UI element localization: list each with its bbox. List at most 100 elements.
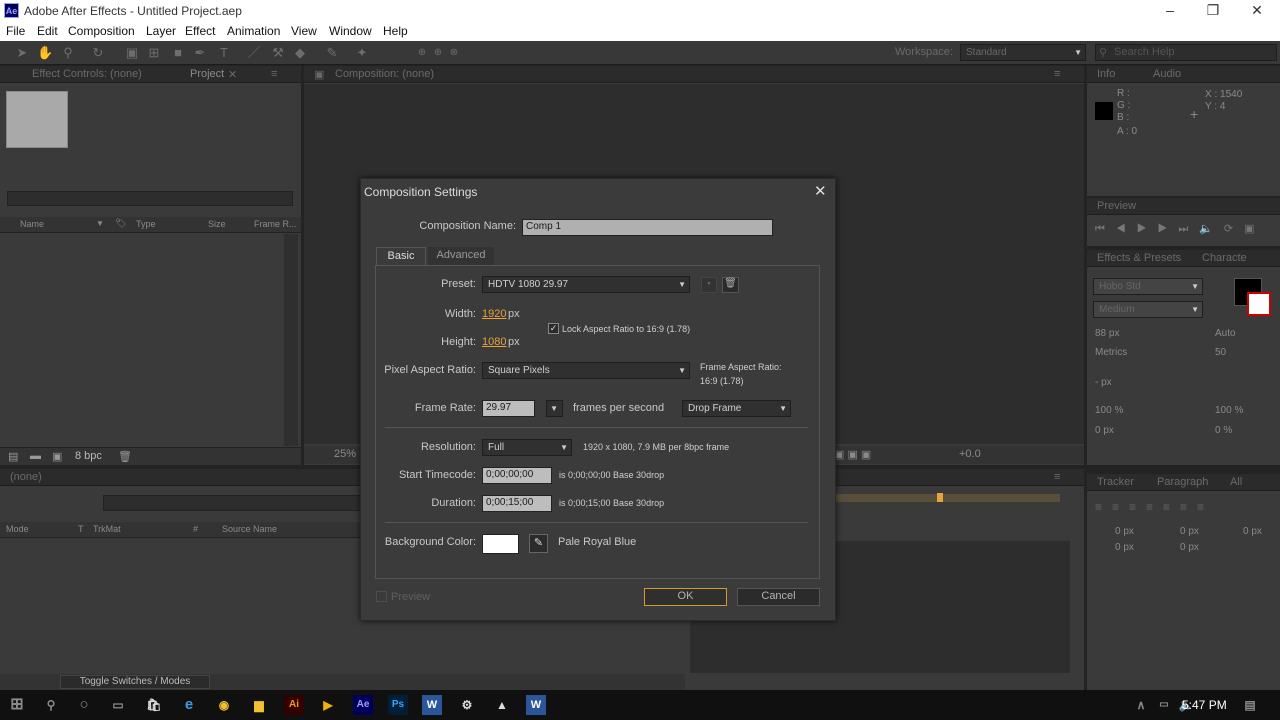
delete-preset-icon[interactable]: 🗑 xyxy=(722,277,739,293)
store-icon[interactable]: 🛍 xyxy=(144,695,164,715)
panel-menu-icon[interactable]: ≡ xyxy=(271,68,277,80)
stroke-width[interactable]: - px xyxy=(1095,377,1112,388)
toggle-switches-modes[interactable]: Toggle Switches / Modes xyxy=(60,675,210,689)
puppet-tool-icon[interactable]: ✦ xyxy=(354,45,370,61)
start-timecode-input[interactable]: 0;00;00;00 xyxy=(482,467,552,484)
tab-audio[interactable]: Audio xyxy=(1153,68,1181,80)
space-after[interactable]: 0 px xyxy=(1180,542,1199,553)
trash-icon[interactable]: 🗑 xyxy=(118,450,132,463)
zoom-level[interactable]: 25% xyxy=(334,448,356,460)
ok-button[interactable]: OK xyxy=(644,588,727,606)
menu-animation[interactable]: Animation xyxy=(227,24,280,38)
tab-tracker[interactable]: Tracker xyxy=(1097,476,1134,488)
tab-preview[interactable]: Preview xyxy=(1097,200,1136,212)
photos-icon[interactable]: ▲ xyxy=(492,695,512,715)
roto-brush-tool-icon[interactable]: ✎ xyxy=(324,45,340,61)
menu-view[interactable]: View xyxy=(291,24,317,38)
bit-depth[interactable]: 8 bpc xyxy=(75,450,102,462)
tab-character[interactable]: Characte xyxy=(1202,252,1247,264)
menu-help[interactable]: Help xyxy=(383,24,408,38)
photoshop-icon[interactable]: Ps xyxy=(388,695,408,715)
resolution-dropdown[interactable]: Full ▼ xyxy=(482,439,572,456)
col-mode[interactable]: Mode xyxy=(6,524,29,534)
search-help-input[interactable]: Search Help xyxy=(1095,44,1277,61)
menu-file[interactable]: File xyxy=(6,24,25,38)
eyedropper-icon[interactable]: ✎ xyxy=(529,534,548,553)
new-folder-icon[interactable]: ▬ xyxy=(30,450,41,462)
cancel-button[interactable]: Cancel xyxy=(737,588,820,606)
baseline-shift[interactable]: 0 px xyxy=(1095,425,1114,436)
tab-advanced[interactable]: Advanced xyxy=(428,247,494,265)
minimize-icon[interactable]: – xyxy=(1160,2,1180,20)
indent-left[interactable]: 0 px xyxy=(1115,526,1134,537)
pen-tool-icon[interactable]: ✒ xyxy=(192,45,208,61)
interpret-footage-icon[interactable]: ▤ xyxy=(8,450,18,463)
word-doc-icon[interactable]: W xyxy=(526,695,546,715)
height-value[interactable]: 1080 xyxy=(482,336,506,348)
selection-tool-icon[interactable]: ➤ xyxy=(14,45,30,61)
close-tab-icon[interactable]: ✕ xyxy=(228,68,237,81)
after-effects-icon[interactable]: Ae xyxy=(353,695,373,715)
indent-right[interactable]: 0 px xyxy=(1180,526,1199,537)
duration-input[interactable]: 0;00;15;00 xyxy=(482,495,552,512)
stroke-color-swatch[interactable] xyxy=(1247,292,1271,316)
tab-basic[interactable]: Basic xyxy=(376,247,426,265)
horizontal-scale[interactable]: 100 % xyxy=(1215,405,1243,416)
menu-edit[interactable]: Edit xyxy=(37,24,58,38)
brush-tool-icon[interactable]: ／ xyxy=(246,45,262,61)
cortana-icon[interactable]: ○ xyxy=(74,695,94,715)
font-size[interactable]: 88 px xyxy=(1095,328,1119,339)
exposure-value[interactable]: +0.0 xyxy=(959,448,981,460)
tab-project[interactable]: Project xyxy=(190,68,224,80)
alignment-icons[interactable]: ≡≡≡≡≡≡≡ xyxy=(1095,500,1214,514)
close-window-icon[interactable]: ✕ xyxy=(1247,2,1267,20)
snapshot-icon[interactable]: ▣ ▣ ▣ xyxy=(834,448,871,461)
settings-gear-icon[interactable]: ⚙ xyxy=(457,695,477,715)
workspace-dropdown[interactable]: Standard ▼ xyxy=(960,44,1086,61)
tab-info[interactable]: Info xyxy=(1097,68,1115,80)
word-icon[interactable]: W xyxy=(422,695,442,715)
save-preset-icon[interactable]: ▪ xyxy=(701,277,717,293)
col-t[interactable]: T xyxy=(78,524,84,534)
work-area-bar[interactable] xyxy=(836,494,1060,502)
clock-time[interactable]: 5:47 PM xyxy=(1182,698,1227,712)
drop-frame-dropdown[interactable]: Drop Frame ▼ xyxy=(682,400,791,417)
eraser-tool-icon[interactable]: ◆ xyxy=(292,45,308,61)
tab-paragraph[interactable]: Paragraph xyxy=(1157,476,1208,488)
leading[interactable]: Auto xyxy=(1215,328,1236,339)
view-axis-icon[interactable]: ⊗ xyxy=(446,45,462,61)
search-icon[interactable]: ⚲ xyxy=(41,695,61,715)
restore-icon[interactable]: ❐ xyxy=(1203,2,1223,20)
tab-all[interactable]: All xyxy=(1230,476,1242,488)
col-frame-rate[interactable]: Frame R... xyxy=(254,219,297,229)
clone-stamp-tool-icon[interactable]: ⚒ xyxy=(270,45,286,61)
zoom-tool-icon[interactable]: ⚲ xyxy=(60,45,76,61)
tracking[interactable]: 50 xyxy=(1215,347,1226,358)
chevron-up-icon[interactable]: ∧ xyxy=(1131,695,1151,715)
playhead[interactable] xyxy=(937,493,943,502)
comp-lock-icon[interactable]: ▣ xyxy=(314,68,324,81)
windows-start-icon[interactable]: ⊞ xyxy=(7,695,27,715)
col-number[interactable]: # xyxy=(193,524,198,534)
shape-tool-icon[interactable]: ■ xyxy=(170,45,186,61)
frame-rate-input[interactable]: 29.97 xyxy=(482,400,535,417)
col-size[interactable]: Size xyxy=(208,219,226,229)
background-color-swatch[interactable] xyxy=(482,534,519,554)
font-style-dropdown[interactable]: Medium ▼ xyxy=(1093,301,1203,318)
tab-effects-presets[interactable]: Effects & Presets xyxy=(1097,252,1181,264)
rotate-tool-icon[interactable]: ↻ xyxy=(90,45,106,61)
project-scrollbar[interactable] xyxy=(284,234,298,446)
world-axis-icon[interactable]: ⊕ xyxy=(430,45,446,61)
preset-dropdown[interactable]: HDTV 1080 29.97 ▼ xyxy=(482,276,690,293)
tab-composition[interactable]: Composition: (none) xyxy=(335,68,434,80)
col-trkmat[interactable]: TrkMat xyxy=(93,524,121,534)
tab-timeline[interactable]: (none) xyxy=(10,471,42,483)
par-dropdown[interactable]: Square Pixels ▼ xyxy=(482,362,690,379)
tab-effect-controls[interactable]: Effect Controls: (none) xyxy=(32,68,142,80)
menu-layer[interactable]: Layer xyxy=(146,24,176,38)
action-center-icon[interactable]: ▤ xyxy=(1240,695,1260,715)
chrome-icon[interactable]: ◉ xyxy=(214,695,234,715)
menu-composition[interactable]: Composition xyxy=(68,24,135,38)
frame-rate-dropdown[interactable]: ▼ xyxy=(546,400,563,417)
indent-first[interactable]: 0 px xyxy=(1243,526,1262,537)
